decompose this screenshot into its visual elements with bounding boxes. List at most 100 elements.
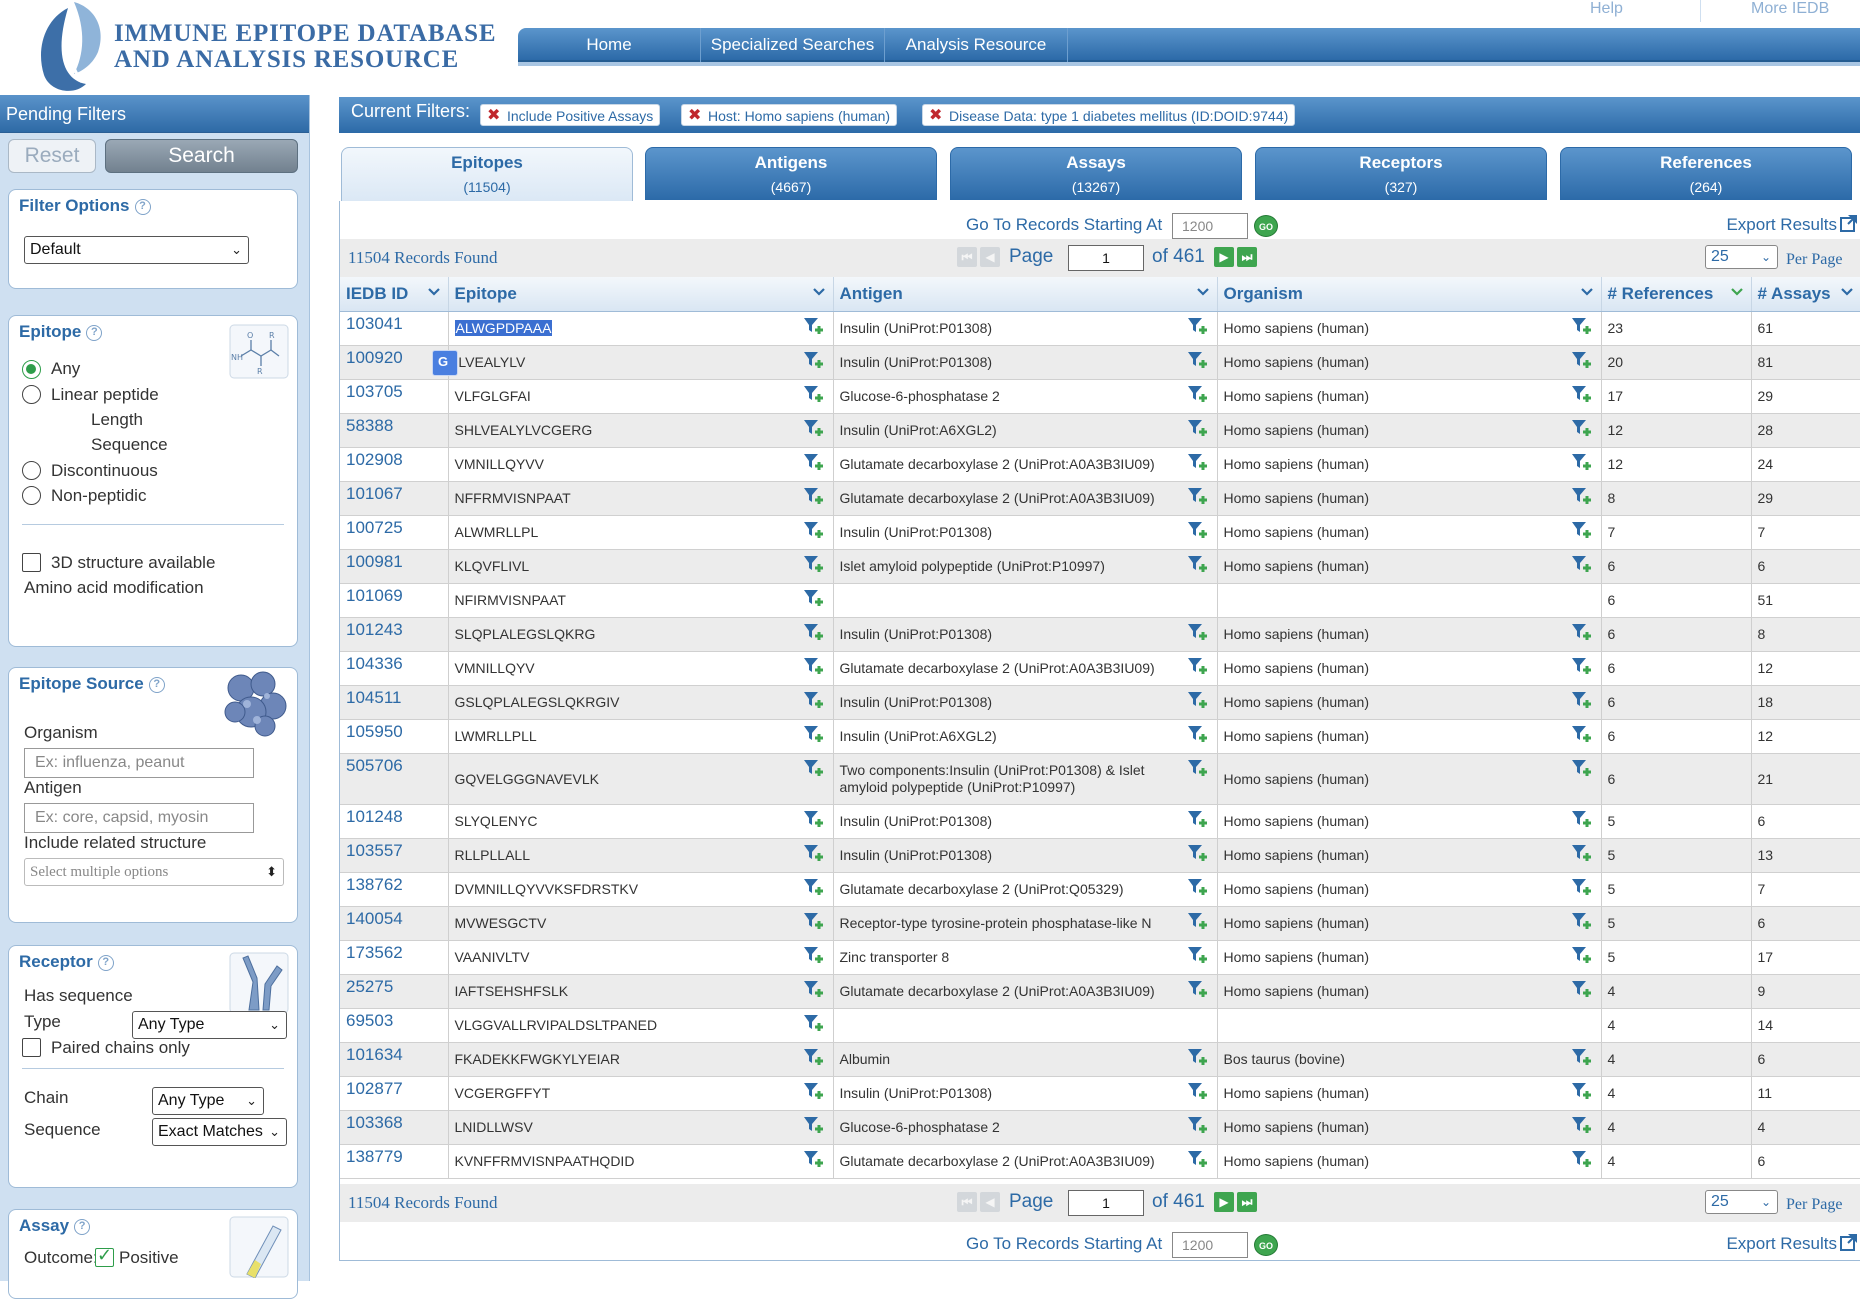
iedb-id-text[interactable]: 103368 — [346, 1113, 403, 1132]
epitope-linear-radio[interactable] — [22, 385, 41, 404]
add-filter-icon[interactable] — [803, 1082, 825, 1100]
add-filter-icon[interactable] — [803, 385, 825, 403]
column-header-antigen[interactable]: Antigen — [833, 277, 1218, 312]
iedb-id-text[interactable]: 104336 — [346, 654, 403, 673]
go-button[interactable]: GO — [1254, 1234, 1278, 1256]
iedb-id-text[interactable]: 101634 — [346, 1045, 403, 1064]
epitope-discontinuous-radio[interactable] — [22, 461, 41, 480]
translate-icon[interactable]: G — [432, 350, 458, 376]
epitope-length-label[interactable]: Length — [91, 410, 143, 430]
iedb-id-link[interactable]: 101634 — [340, 1042, 449, 1077]
add-filter-icon[interactable] — [1187, 555, 1209, 573]
help-icon[interactable]: ? — [86, 325, 103, 341]
iedb-id-link[interactable]: 58388 — [340, 413, 449, 448]
iedb-id-text[interactable]: 103557 — [346, 841, 403, 860]
iedb-id-link[interactable]: 103368 — [340, 1110, 449, 1145]
add-filter-icon[interactable] — [1187, 351, 1209, 369]
positive-outcome-checkbox[interactable] — [95, 1245, 114, 1267]
iedb-id-link[interactable]: 101067 — [340, 481, 449, 516]
iedb-id-link[interactable]: 101069 — [340, 583, 449, 618]
related-structure-select[interactable]: Select multiple options ⬍ — [24, 858, 284, 886]
help-icon[interactable]: ? — [148, 677, 165, 693]
amino-acid-modification-label[interactable]: Amino acid modification — [24, 578, 204, 598]
epitope-any-radio[interactable] — [22, 360, 41, 379]
iedb-id-text[interactable]: 25275 — [346, 977, 393, 996]
iedb-id-link[interactable]: 69503 — [340, 1008, 449, 1043]
iedb-id-link[interactable]: 173562 — [340, 940, 449, 975]
add-filter-icon[interactable] — [803, 453, 825, 471]
add-filter-icon[interactable] — [1571, 725, 1593, 743]
add-filter-icon[interactable] — [803, 623, 825, 641]
add-filter-icon[interactable] — [1187, 1048, 1209, 1066]
add-filter-icon[interactable] — [1571, 1082, 1593, 1100]
iedb-id-link[interactable]: 101248 — [340, 804, 449, 839]
page-number-input[interactable]: 1 — [1068, 245, 1144, 271]
reset-button[interactable]: Reset — [8, 139, 96, 173]
add-filter-icon[interactable] — [1187, 623, 1209, 641]
add-filter-icon[interactable] — [1187, 1116, 1209, 1134]
add-filter-icon[interactable] — [803, 691, 825, 709]
iedb-id-text[interactable]: 138779 — [346, 1147, 403, 1166]
add-filter-icon[interactable] — [1187, 521, 1209, 539]
add-filter-icon[interactable] — [1571, 810, 1593, 828]
iedb-id-text[interactable]: 101243 — [346, 620, 403, 639]
iedb-id-text[interactable]: 101248 — [346, 807, 403, 826]
structure-available-checkbox[interactable] — [22, 553, 41, 572]
search-button[interactable]: Search — [105, 139, 298, 173]
add-filter-icon[interactable] — [803, 487, 825, 505]
last-page-icon[interactable]: ⏭ — [1237, 1192, 1257, 1212]
iedb-id-text[interactable]: 138762 — [346, 875, 403, 894]
export-results-link[interactable]: Export Results — [1726, 1234, 1837, 1254]
add-filter-icon[interactable] — [803, 555, 825, 573]
iedb-id-link[interactable]: 103557 — [340, 838, 449, 873]
add-filter-icon[interactable] — [803, 657, 825, 675]
add-filter-icon[interactable] — [1187, 657, 1209, 675]
add-filter-icon[interactable] — [1187, 385, 1209, 403]
add-filter-icon[interactable] — [1187, 844, 1209, 862]
iedb-id-link[interactable]: 25275 — [340, 974, 449, 1009]
goto-record-input[interactable]: 1200 — [1172, 1232, 1248, 1258]
sort-chevron-icon[interactable] — [1196, 285, 1209, 297]
help-icon[interactable]: ? — [97, 955, 114, 971]
iedb-id-link[interactable]: 505706 — [340, 753, 449, 805]
add-filter-icon[interactable] — [803, 810, 825, 828]
add-filter-icon[interactable] — [1571, 759, 1593, 777]
add-filter-icon[interactable] — [1571, 691, 1593, 709]
go-button[interactable]: GO — [1254, 215, 1278, 237]
nav-specialized-searches[interactable]: Specialized Searches — [701, 28, 885, 62]
iedb-id-text[interactable]: 69503 — [346, 1011, 393, 1030]
last-page-icon[interactable]: ⏭ — [1237, 247, 1257, 267]
add-filter-icon[interactable] — [1571, 844, 1593, 862]
has-sequence-label[interactable]: Has sequence — [24, 986, 133, 1006]
chain-select[interactable]: Any Type ⌄ — [152, 1087, 264, 1115]
tab-references[interactable]: References (264) — [1560, 147, 1852, 200]
filter-options-select[interactable]: Default ⌄ — [24, 236, 249, 264]
help-icon[interactable]: ? — [74, 1219, 91, 1235]
add-filter-icon[interactable] — [803, 419, 825, 437]
add-filter-icon[interactable] — [803, 878, 825, 896]
iedb-id-text[interactable]: 58388 — [346, 416, 393, 435]
iedb-id-text[interactable]: 100981 — [346, 552, 403, 571]
add-filter-icon[interactable] — [1187, 946, 1209, 964]
add-filter-icon[interactable] — [1187, 878, 1209, 896]
add-filter-icon[interactable] — [1571, 1048, 1593, 1066]
iedb-id-link[interactable]: 138779 — [340, 1144, 449, 1179]
sequence-match-select[interactable]: Exact Matches ⌄ — [152, 1118, 287, 1146]
epitope-sequence-label[interactable]: Sequence — [91, 435, 168, 455]
add-filter-icon[interactable] — [803, 844, 825, 862]
add-filter-icon[interactable] — [1187, 419, 1209, 437]
iedb-id-link[interactable]: 103705 — [340, 379, 449, 414]
first-page-icon[interactable]: ⏮ — [957, 247, 977, 267]
add-filter-icon[interactable] — [1571, 657, 1593, 675]
iedb-id-link[interactable]: 140054 — [340, 906, 449, 941]
add-filter-icon[interactable] — [803, 980, 825, 998]
add-filter-icon[interactable] — [803, 946, 825, 964]
add-filter-icon[interactable] — [1187, 487, 1209, 505]
sort-chevron-icon[interactable] — [1840, 285, 1853, 297]
add-filter-icon[interactable] — [1187, 725, 1209, 743]
iedb-id-link[interactable]: 100981 — [340, 549, 449, 584]
iedb-id-text[interactable]: 102877 — [346, 1079, 403, 1098]
remove-filter-icon[interactable]: ✖ — [688, 105, 701, 127]
column-header-assays[interactable]: # Assays — [1751, 277, 1860, 312]
iedb-id-text[interactable]: 105950 — [346, 722, 403, 741]
